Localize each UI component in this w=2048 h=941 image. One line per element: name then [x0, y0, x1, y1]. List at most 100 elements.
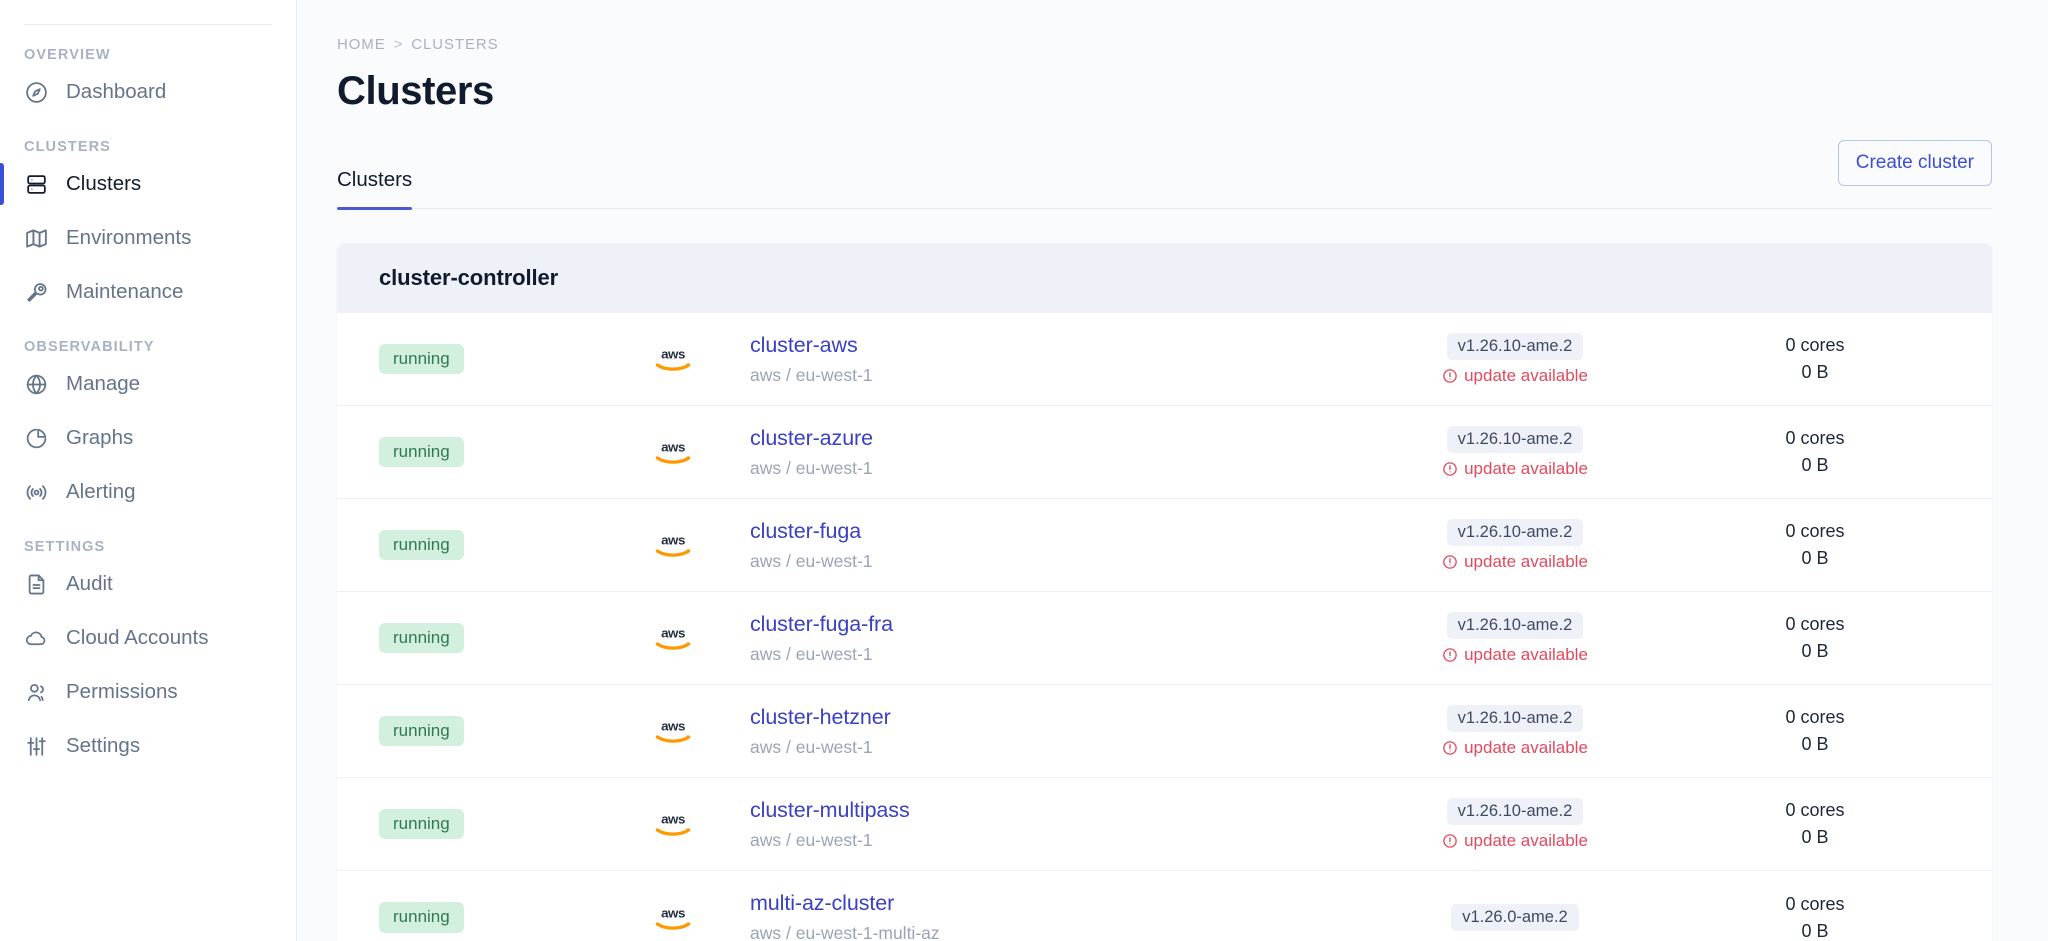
update-available-label: update available — [1464, 830, 1588, 850]
cluster-name-link[interactable]: cluster-aws — [750, 333, 1350, 358]
cloud-icon — [24, 626, 49, 651]
update-available-note[interactable]: update available — [1442, 831, 1588, 851]
cluster-provider-region: aws / eu-west-1 — [750, 457, 873, 478]
sidebar-item-dashboard[interactable]: Dashboard — [0, 67, 296, 117]
table-row[interactable]: running aws multi-az-cluster aws / eu-wes… — [337, 871, 1992, 941]
status-badge: running — [379, 902, 464, 933]
create-cluster-button[interactable]: Create cluster — [1837, 140, 1992, 186]
update-available-note[interactable]: update available — [1442, 738, 1588, 758]
cluster-name-link[interactable]: cluster-azure — [750, 426, 1350, 451]
cluster-group-card: cluster-controller running aws cluster-a… — [337, 243, 1992, 941]
aws-logo-icon: aws — [655, 347, 691, 371]
cluster-metrics-cell: 0 cores 0 B — [1680, 521, 1950, 569]
sidebar-item-maintenance[interactable]: Maintenance — [0, 267, 296, 317]
breadcrumb-home[interactable]: HOME — [337, 36, 386, 53]
cluster-name-cell: cluster-fuga-fra aws / eu-west-1 — [707, 612, 1350, 665]
app-root: OVERVIEW Dashboard CLUSTERS Clusters Environ… — [0, 0, 2048, 941]
version-badge: v1.26.10-ame.2 — [1446, 518, 1584, 546]
table-row[interactable]: running aws cluster-fuga-fra aws / eu-wes… — [337, 592, 1992, 685]
cluster-status-cell: running — [379, 436, 639, 468]
broadcast-icon — [24, 480, 49, 505]
update-available-note[interactable]: update available — [1442, 552, 1588, 572]
tab-clusters[interactable]: Clusters — [337, 168, 413, 210]
memory-value: 0 B — [1801, 641, 1829, 661]
cluster-name-cell: cluster-azure aws / eu-west-1 — [707, 426, 1350, 479]
table-row[interactable]: running aws cluster-hetzner aws / eu-west… — [337, 685, 1992, 778]
pie-chart-icon — [24, 426, 49, 451]
sidebar-item-permissions[interactable]: Permissions — [0, 667, 296, 717]
version-badge: v1.26.10-ame.2 — [1446, 797, 1584, 825]
memory-value: 0 B — [1801, 362, 1829, 382]
sidebar-item-label: Cloud Accounts — [66, 626, 209, 649]
sidebar-item-environments[interactable]: Environments — [0, 213, 296, 263]
nav-section-label: OBSERVABILITY — [24, 339, 155, 355]
breadcrumb: HOME > CLUSTERS — [325, 0, 1992, 53]
aws-logo-icon: aws — [639, 809, 707, 839]
sidebar-item-settings[interactable]: Settings — [0, 721, 296, 771]
table-row[interactable]: running aws cluster-azure aws / eu-west-1… — [337, 406, 1992, 499]
svg-text:aws: aws — [661, 440, 685, 455]
cores-value: 0 cores — [1785, 614, 1845, 634]
cluster-version-cell: v1.26.10-ame.2 update available — [1350, 425, 1680, 479]
sidebar-item-alerting[interactable]: Alerting — [0, 467, 296, 517]
sidebar-item-label: Manage — [66, 372, 141, 395]
svg-text:aws: aws — [661, 719, 685, 734]
table-row[interactable]: running aws cluster-multipass aws / eu-we… — [337, 778, 1992, 871]
cluster-name-link[interactable]: cluster-hetzner — [750, 705, 1350, 730]
globe-icon — [24, 372, 49, 397]
status-badge: running — [379, 715, 464, 747]
tabs-underline — [337, 208, 1992, 209]
cluster-provider-region: aws / eu-west-1-multi-az — [750, 923, 940, 941]
cluster-metrics-cell: 0 cores 0 B — [1680, 614, 1950, 662]
svg-text:aws: aws — [661, 533, 685, 548]
update-available-note[interactable]: update available — [1442, 366, 1588, 386]
cluster-name-cell: multi-az-cluster aws / eu-west-1-multi-az — [707, 891, 1350, 941]
aws-logo-icon: aws — [655, 719, 691, 743]
status-badge: running — [379, 622, 464, 654]
sidebar-item-label: Alerting — [66, 480, 136, 503]
cluster-name-link[interactable]: cluster-multipass — [750, 798, 1350, 823]
cluster-group-title: cluster-controller — [337, 243, 1992, 313]
main-content: HOME > CLUSTERS Clusters Clusters Create… — [297, 0, 2048, 941]
version-badge: v1.26.10-ame.2 — [1446, 332, 1584, 360]
table-row[interactable]: running aws cluster-fuga aws / eu-west-1 v… — [337, 499, 1992, 592]
cores-value: 0 cores — [1785, 335, 1845, 355]
cluster-status-cell: running — [379, 622, 639, 654]
table-row[interactable]: running aws cluster-aws aws / eu-west-1 v1… — [337, 313, 1992, 406]
cores-value: 0 cores — [1785, 428, 1845, 448]
sidebar-item-manage[interactable]: Manage — [0, 359, 296, 409]
wrench-icon — [24, 280, 49, 305]
breadcrumb-separator: > — [393, 36, 404, 53]
cluster-name-cell: cluster-aws aws / eu-west-1 — [707, 333, 1350, 386]
cluster-metrics-cell: 0 cores 0 B — [1680, 800, 1950, 848]
cluster-name-link[interactable]: cluster-fuga — [750, 519, 1350, 544]
cluster-status-cell: running — [379, 808, 639, 840]
cluster-name-link[interactable]: cluster-fuga-fra — [750, 612, 1350, 637]
sidebar-item-cloud-accounts[interactable]: Cloud Accounts — [0, 613, 296, 663]
update-available-label: update available — [1464, 644, 1588, 664]
cluster-status-cell: running — [379, 715, 639, 747]
memory-value: 0 B — [1801, 548, 1829, 568]
breadcrumb-clusters[interactable]: CLUSTERS — [411, 36, 498, 53]
status-badge: running — [379, 529, 464, 561]
svg-text:aws: aws — [661, 626, 685, 641]
update-available-note[interactable]: update available — [1442, 645, 1588, 665]
sidebar: OVERVIEW Dashboard CLUSTERS Clusters Environ… — [0, 0, 297, 941]
nav-section-settings: SETTINGS Audit Cloud Accounts Permissions Se… — [0, 539, 296, 771]
server-icon — [24, 172, 49, 197]
aws-logo-icon: aws — [639, 716, 707, 746]
sidebar-item-label: Permissions — [66, 680, 178, 703]
cores-value: 0 cores — [1785, 893, 1845, 914]
cores-value: 0 cores — [1785, 800, 1845, 820]
cluster-name-link[interactable]: multi-az-cluster — [750, 891, 1350, 916]
memory-value: 0 B — [1801, 734, 1829, 754]
sidebar-item-graphs[interactable]: Graphs — [0, 413, 296, 463]
cluster-table: running aws cluster-aws aws / eu-west-1 v1… — [337, 313, 1992, 941]
memory-value: 0 B — [1801, 920, 1829, 941]
sidebar-item-clusters[interactable]: Clusters — [0, 159, 296, 209]
update-available-note[interactable]: update available — [1442, 459, 1588, 479]
cluster-version-cell: v1.26.10-ame.2 update available — [1350, 611, 1680, 665]
cluster-version-cell: v1.26.10-ame.2 update available — [1350, 332, 1680, 386]
cluster-provider-region: aws / eu-west-1 — [750, 829, 873, 850]
sidebar-item-audit[interactable]: Audit — [0, 559, 296, 609]
